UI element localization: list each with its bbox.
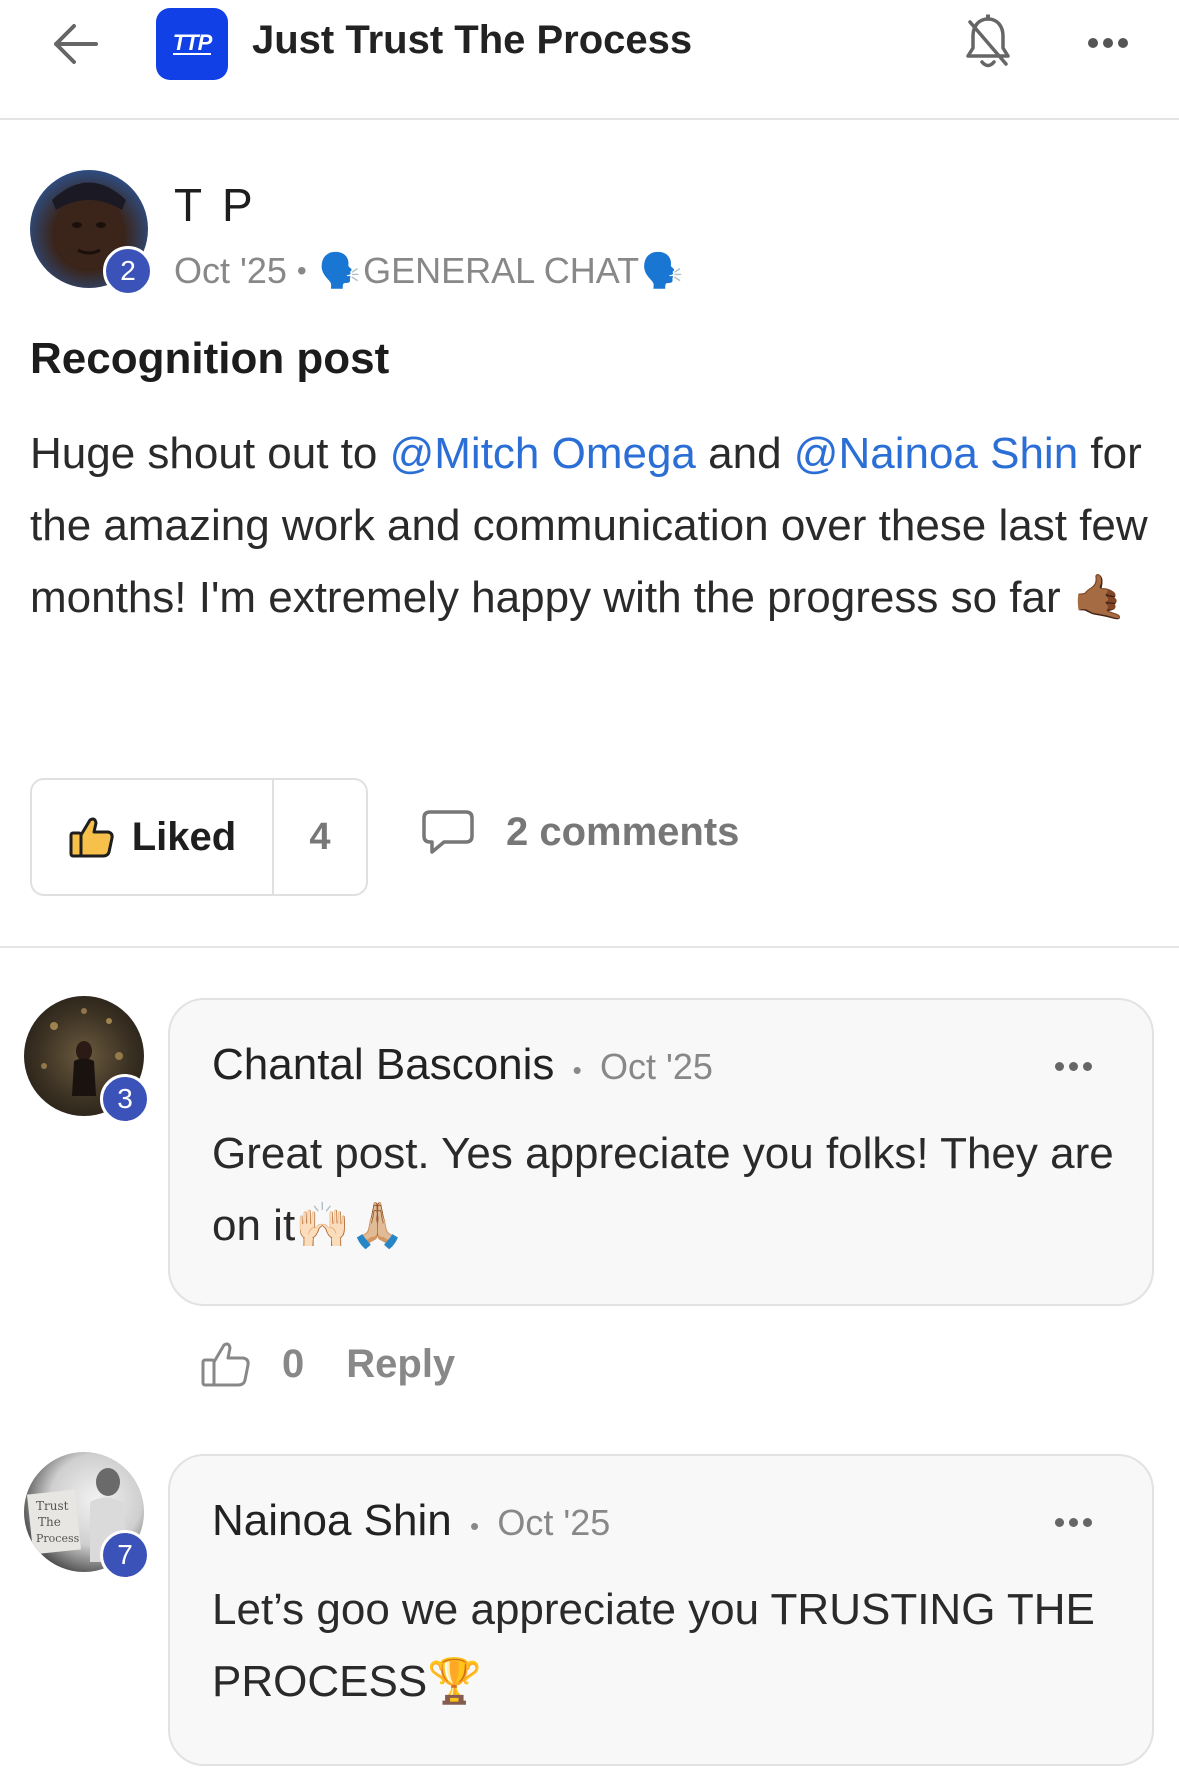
meta-separator: • [296,255,307,286]
post-body-text: and [695,429,794,478]
comment-more-button[interactable] [1055,1518,1092,1527]
more-dot [1069,1518,1078,1527]
comment-header: Nainoa Shin • Oct '25 [212,1496,610,1546]
thumbs-up-icon [69,817,114,858]
comment-date: Oct '25 [497,1502,611,1543]
like-control: Liked 4 [30,778,368,896]
arrow-left-icon [54,24,98,64]
reply-button[interactable]: Reply [346,1342,455,1387]
author-level-badge: 2 [103,246,153,296]
more-dot [1103,38,1113,48]
comment-more-button[interactable] [1055,1062,1092,1071]
svg-text:Process: Process [36,1532,80,1545]
back-button[interactable] [40,14,110,74]
commenter-level-badge: 7 [100,1530,150,1580]
svg-text:Trust: Trust [36,1499,69,1513]
more-options-button[interactable] [1080,22,1136,64]
like-button[interactable]: Liked [32,780,274,894]
category-label[interactable]: GENERAL CHAT [363,250,639,292]
comment-actions: 0 Reply [200,1340,455,1388]
mention-link[interactable]: @Nainoa Shin [794,429,1078,478]
author-name[interactable]: T P [174,178,257,232]
more-horizontal-icon [1055,1062,1064,1071]
comment-bubble: Nainoa Shin • Oct '25 Let’s goo we appre… [168,1454,1154,1766]
notification-button[interactable] [960,8,1016,78]
svg-text:The: The [38,1515,61,1529]
section-divider [0,946,1179,948]
more-dot [1083,1518,1092,1527]
post-body-text: Huge shout out to [30,429,390,478]
bell-off-icon [966,14,1010,68]
commenter-name[interactable]: Nainoa Shin [212,1496,452,1545]
comment-icon [422,810,474,854]
more-dot [1083,1062,1092,1071]
thumbs-up-icon[interactable] [200,1340,252,1388]
speaking-head-icon: 🗣️ [641,252,684,290]
post-title: Recognition post [30,334,390,383]
comment-date: Oct '25 [600,1046,713,1087]
post-meta: Oct '25 • 🗣️ GENERAL CHAT 🗣️ [174,250,685,292]
speaking-head-icon: 🗣️ [318,252,362,290]
group-logo[interactable]: TTP [156,8,228,80]
more-dot [1118,38,1128,48]
meta-separator: • [469,1511,480,1541]
more-horizontal-icon [1088,38,1098,48]
comments-count-label: 2 comments [506,809,740,854]
comments-button[interactable]: 2 comments [420,808,739,856]
call-me-hand-emoji: 🤙🏾 [1072,573,1128,622]
group-logo-text: TTP [172,30,212,55]
top-bar: TTP Just Trust The Process [0,0,1179,120]
comment-like-count: 0 [282,1341,305,1386]
comment-text: Let’s goo we appreciate you TRUSTING THE… [212,1585,1095,1706]
post-date: Oct '25 [174,250,287,291]
post-body: Huge shout out to @Mitch Omega and @Nain… [30,418,1160,634]
comment-bubble: Chantal Basconis • Oct '25 Great post. Y… [168,998,1154,1306]
commenter-name[interactable]: Chantal Basconis [212,1040,554,1089]
group-title[interactable]: Just Trust The Process [252,18,692,63]
like-count[interactable]: 4 [274,780,366,894]
more-dot [1069,1062,1078,1071]
like-label: Liked [131,814,237,859]
mention-link[interactable]: @Mitch Omega [390,429,696,478]
more-horizontal-icon [1055,1518,1064,1527]
meta-separator: • [572,1055,582,1085]
commenter-level-badge: 3 [100,1074,150,1124]
comment-header: Chantal Basconis • Oct '25 [212,1040,713,1090]
comment-text: Great post. Yes appreciate you folks! Th… [212,1129,1114,1250]
